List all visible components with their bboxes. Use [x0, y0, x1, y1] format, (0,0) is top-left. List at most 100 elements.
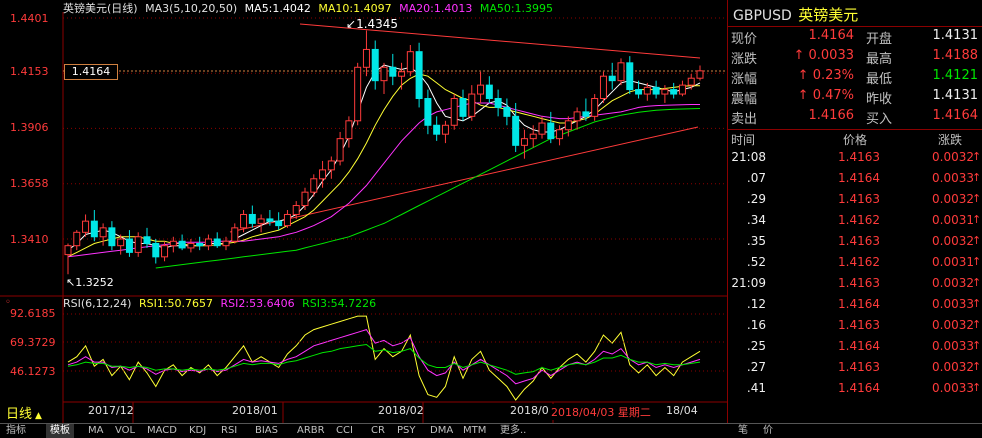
up-arrow-icon: ↑	[972, 318, 982, 331]
bottom-tab-3[interactable]: VOL	[115, 424, 135, 438]
up-arrow-icon: ↑	[972, 150, 982, 163]
tick-row: 21:08 1.4163 0.0032 ↑	[728, 150, 982, 171]
bottom-tab-1[interactable]: 模板	[46, 424, 74, 438]
tick-row: .34 1.4162 0.0031 ↑	[728, 213, 982, 234]
quote-row: 卖出 1.4166 买入 1.4164	[728, 108, 982, 129]
tick-change: 0.0031	[932, 255, 974, 269]
bottom-tab-7[interactable]: BIAS	[255, 424, 278, 438]
tick-price: 1.4163	[838, 360, 880, 374]
quote-value: ↑ 0.47%	[797, 88, 854, 103]
up-arrow-icon: ↑	[972, 192, 982, 205]
quote-value: ↑ 0.23%	[797, 68, 854, 83]
rsi-tick: 69.3729	[10, 336, 56, 349]
panel-tab-1[interactable]: 价	[763, 424, 773, 438]
rsi1-value: RSI1:50.7657	[138, 297, 214, 310]
tick-price: 1.4162	[838, 255, 880, 269]
quote-value: 1.4164	[932, 108, 979, 123]
quote-label: 最低	[866, 72, 893, 87]
rsi-tick: 92.6185	[10, 307, 56, 320]
ma20-value: MA20:1.4013	[399, 2, 473, 15]
tick-change: 0.0032	[932, 150, 974, 164]
bottom-tab-9[interactable]: CCI	[336, 424, 353, 438]
tick-price: 1.4164	[838, 339, 880, 353]
tick-price: 1.4163	[838, 276, 880, 290]
tick-time: .16	[746, 318, 766, 332]
price-tick: 1.3658	[10, 177, 49, 190]
symbol-label: 英镑美元(日线)	[63, 2, 138, 15]
bottom-tab-2[interactable]: MA	[88, 424, 103, 438]
bottom-tab-10[interactable]: CR	[371, 424, 385, 438]
rsi-legend: RSI(6,12,24) RSI1:50.7657 RSI2:53.6406 R…	[63, 297, 376, 310]
up-arrow-icon: ↑	[972, 360, 982, 373]
tick-change: 0.0031	[932, 213, 974, 227]
price-tick: 1.3906	[10, 121, 49, 134]
tick-change: 0.0033	[932, 339, 974, 353]
tick-change: 0.0033	[932, 381, 974, 395]
quote-row: 涨跌 ↑ 0.0033 最高 1.4188	[728, 48, 982, 69]
tick-change: 0.0032	[932, 192, 974, 206]
quote-value: 1.4188	[932, 48, 979, 63]
bottom-tab-0[interactable]: 指标	[6, 424, 26, 438]
rsi2-value: RSI2:53.6406	[220, 297, 295, 310]
bottom-tab-6[interactable]: RSI	[221, 424, 237, 438]
up-arrow-icon: ↑	[972, 171, 982, 184]
quote-value: 1.4121	[932, 68, 979, 83]
up-arrow-icon: ↑	[793, 48, 809, 63]
price-tick: 1.4153	[10, 65, 49, 78]
quote-value: 1.4131	[932, 88, 979, 103]
tick-time: 21:08	[731, 150, 766, 164]
up-arrow-icon: ↑	[972, 297, 982, 310]
tick-price: 1.4163	[838, 318, 880, 332]
tick-row: .52 1.4162 0.0031 ↑	[728, 255, 982, 276]
x-tick: 2018/0	[510, 404, 549, 417]
bottom-tab-12[interactable]: DMA	[430, 424, 453, 438]
tick-row: .27 1.4163 0.0032 ↑	[728, 360, 982, 381]
rsi-tick: 46.1273	[10, 365, 56, 378]
tick-header-price: 价格	[843, 133, 868, 147]
bottom-tab-14[interactable]: 更多..	[500, 424, 526, 438]
candle	[599, 71, 607, 103]
ma50-value: MA50:1.3995	[479, 2, 554, 15]
quote-label: 昨收	[866, 92, 893, 107]
tick-header-change: 涨跌	[938, 133, 963, 147]
bottom-tab-5[interactable]: KDJ	[189, 424, 206, 438]
tick-time: .52	[746, 255, 766, 269]
ma-legend: 英镑美元(日线) MA3(5,10,20,50) MA5:1.4042 MA10…	[63, 0, 553, 16]
panel-tab-0[interactable]: 笔	[738, 424, 748, 438]
ma-label: MA3(5,10,20,50)	[145, 2, 238, 15]
bottom-tab-11[interactable]: PSY	[397, 424, 416, 438]
quote-row: 震幅 ↑ 0.47% 昨收 1.4131	[728, 88, 982, 109]
x-tick: 2018/02	[378, 404, 424, 417]
candle	[617, 58, 625, 86]
up-arrow-icon: ↑	[797, 88, 813, 103]
tick-row: .12 1.4164 0.0033 ↑	[728, 297, 982, 318]
quote-panel: GBPUSD 英镑美元 现价 1.4164 开盘 1.4131 涨跌 ↑ 0.0033 最高…	[727, 0, 982, 437]
quote-value: ↑ 0.0033	[793, 48, 854, 63]
candle	[415, 42, 423, 108]
quote-label: 震幅	[731, 92, 758, 107]
period-selector[interactable]: 日线 ▲	[6, 403, 42, 422]
tick-time: .27	[746, 360, 766, 374]
tick-row: .25 1.4164 0.0033 ↑	[728, 339, 982, 360]
quote-label: 涨跌	[731, 52, 758, 67]
tick-header-time: 时间	[731, 133, 756, 147]
bottom-tab-8[interactable]: ARBR	[297, 424, 325, 438]
quote-label: 涨幅	[731, 72, 758, 87]
up-arrow-icon: ↑	[972, 381, 982, 394]
x-tick: 2018/01	[232, 404, 278, 417]
tick-time: .29	[746, 192, 766, 206]
x-tick: 2017/12	[88, 404, 134, 417]
quote-title: GBPUSD 英镑美元	[733, 4, 858, 25]
tick-time: .35	[746, 234, 766, 248]
tick-change: 0.0032	[932, 360, 974, 374]
x-cursor-date: 2018/04/03 星期二	[551, 404, 651, 420]
quote-label: 最高	[866, 52, 893, 67]
price-tick: 1.4401	[10, 12, 49, 25]
rsi-label: RSI(6,12,24)	[63, 297, 132, 310]
bottom-tab-13[interactable]: MTM	[463, 424, 486, 438]
up-arrow-icon: ↑	[972, 276, 982, 289]
tick-change: 0.0032	[932, 276, 974, 290]
high-annotation: ↙1.4345	[346, 17, 399, 31]
bottom-tab-4[interactable]: MACD	[147, 424, 177, 438]
tick-row: .16 1.4163 0.0032 ↑	[728, 318, 982, 339]
